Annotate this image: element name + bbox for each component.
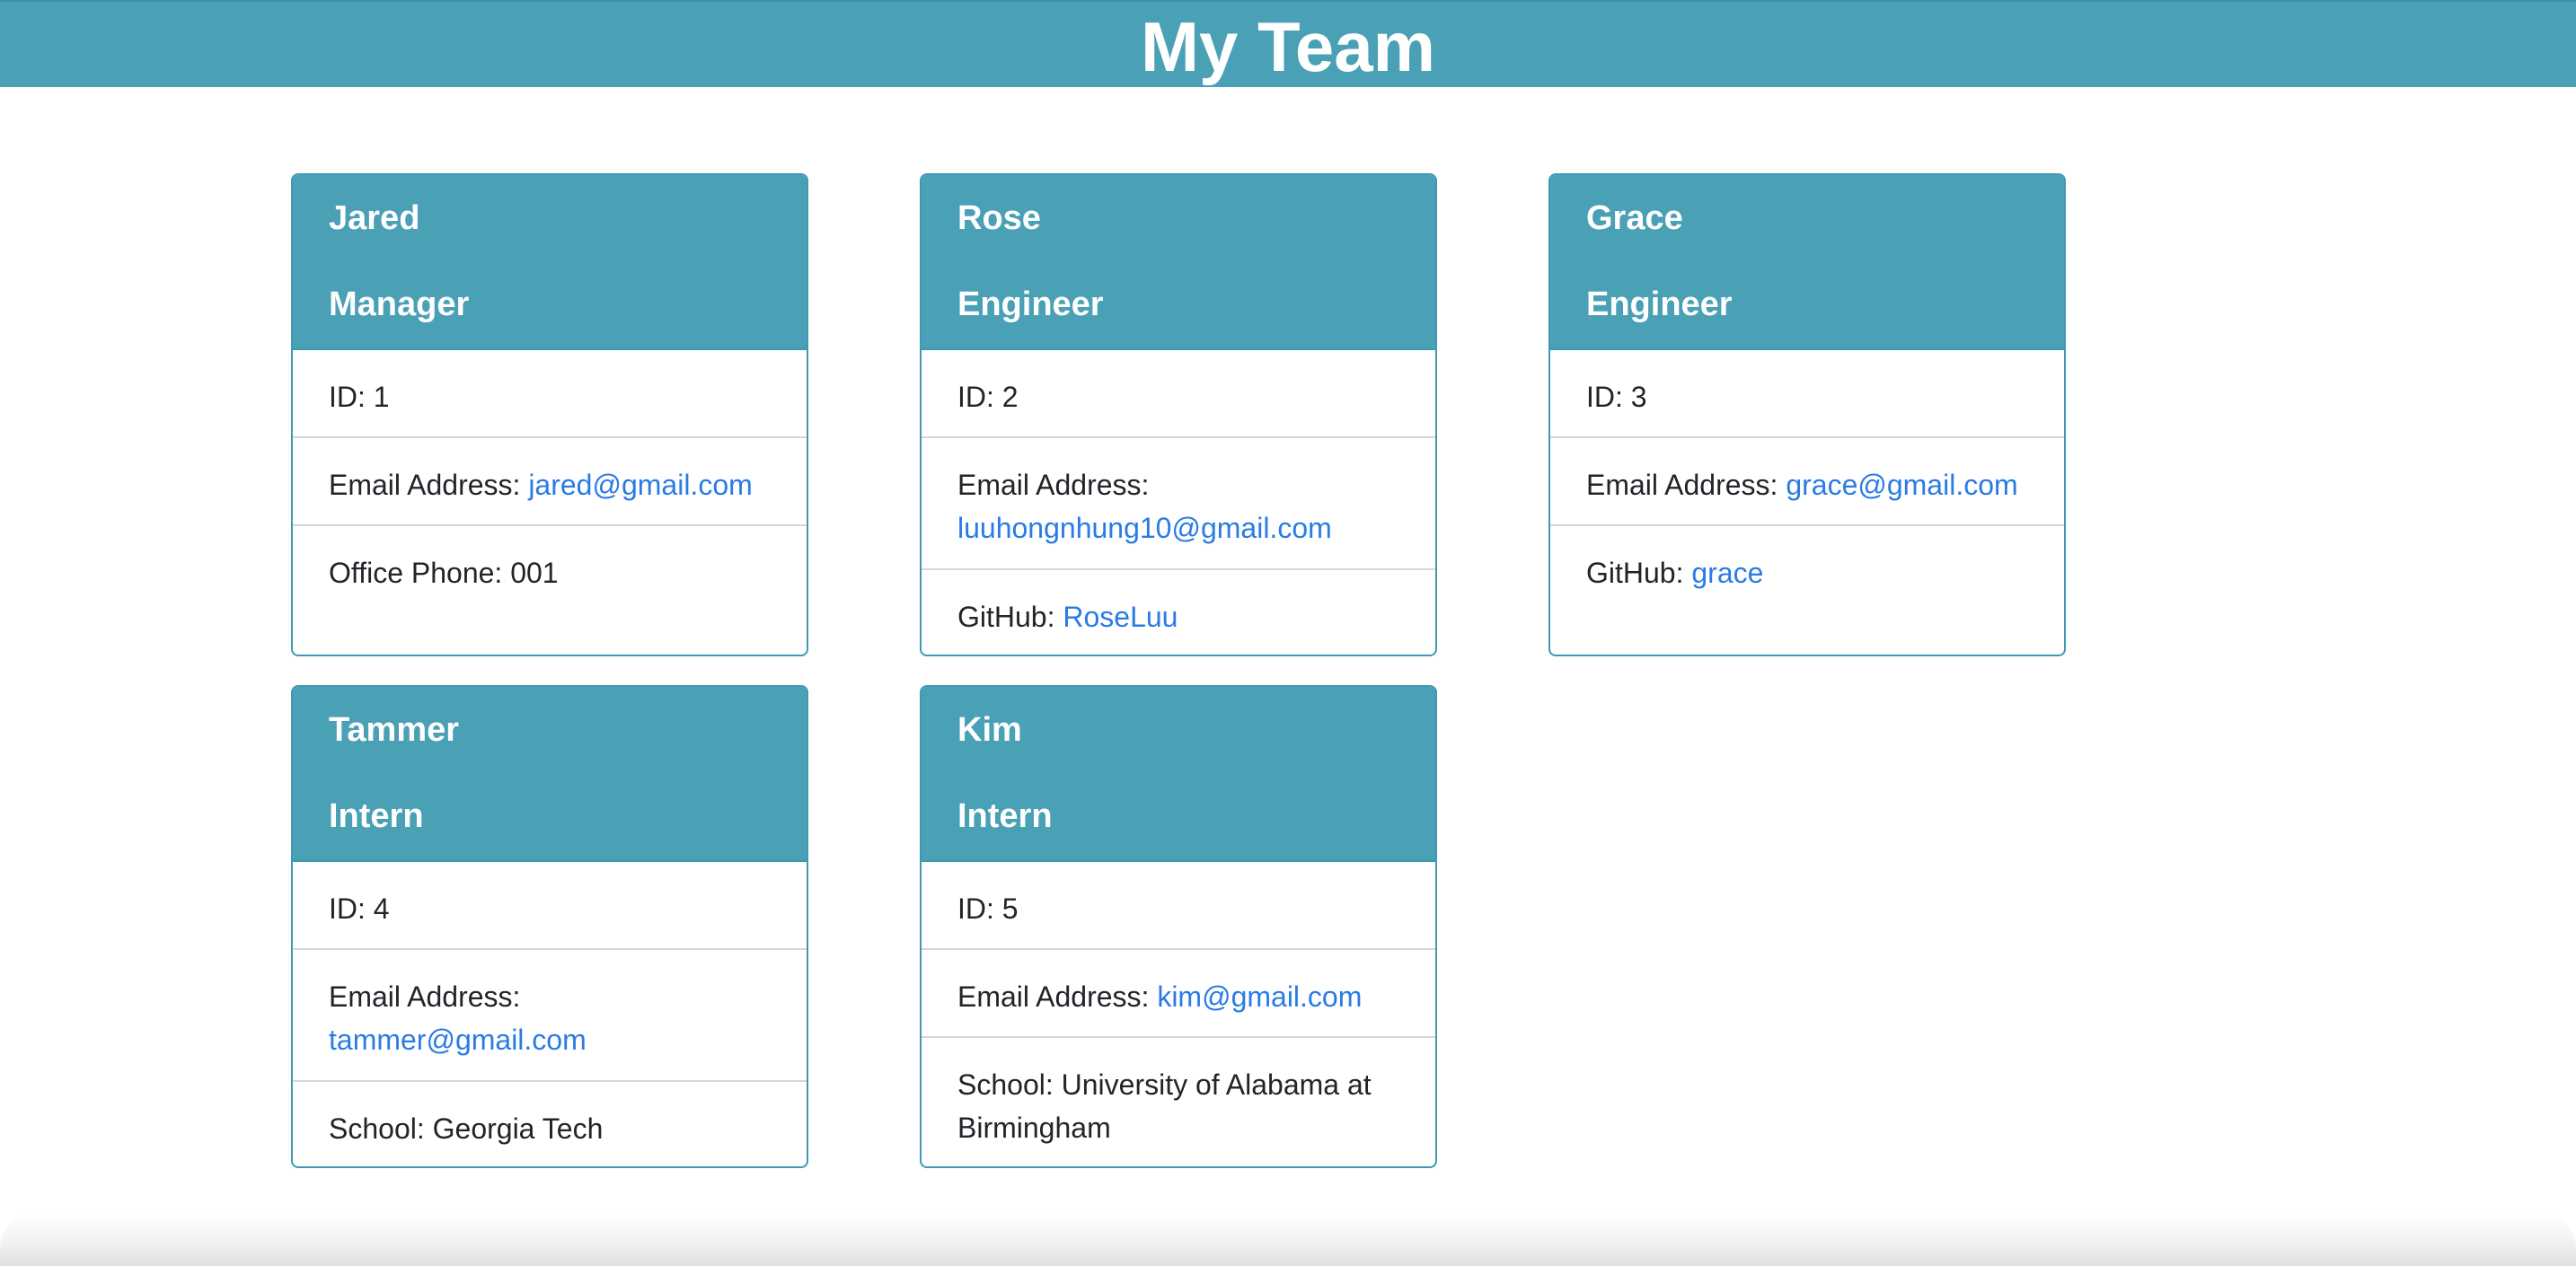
card-header: Tammer Intern [293,687,807,860]
employee-card-jared: Jared Manager ID: 1 Email Address: jared… [291,173,808,656]
page-title: My Team [1141,6,1435,86]
email-link[interactable]: grace@gmail.com [1786,469,2017,501]
employee-role: Engineer [957,286,1104,323]
employee-github: GitHub: RoseLuu [922,568,1435,655]
employee-email: Email Address: kim@gmail.com [922,948,1435,1036]
employee-office-phone: Office Phone: 001 [293,524,807,651]
employee-details: ID: 5 Email Address: kim@gmail.com Schoo… [922,860,1435,1166]
card-header: Grace Engineer [1550,175,2064,348]
employee-name: Tammer [329,711,460,749]
employee-card-grace: Grace Engineer ID: 3 Email Address: grac… [1548,173,2066,656]
card-header: Jared Manager [293,175,807,348]
employee-email: Email Address: jared@gmail.com [293,436,807,524]
employee-details: ID: 2 Email Address: luuhongnhung10@gmai… [922,348,1435,655]
employee-id: ID: 4 [293,860,807,948]
employee-card-tammer: Tammer Intern ID: 4 Email Address: tamme… [291,685,808,1168]
employee-details: ID: 1 Email Address: jared@gmail.com Off… [293,348,807,651]
employee-details: ID: 4 Email Address: tammer@gmail.com Sc… [293,860,807,1166]
email-link[interactable]: kim@gmail.com [1157,980,1362,1013]
employee-role: Intern [957,797,1053,835]
employee-id: ID: 3 [1550,348,2064,436]
email-link[interactable]: luuhongnhung10@gmail.com [957,512,1332,544]
github-link[interactable]: grace [1691,557,1763,589]
employee-card-kim: Kim Intern ID: 5 Email Address: kim@gmai… [920,685,1437,1168]
employee-name: Jared [329,199,420,237]
employee-email: Email Address: tammer@gmail.com [293,948,807,1080]
employee-name: Kim [957,711,1022,749]
employee-github: GitHub: grace [1550,524,2064,651]
card-header: Rose Engineer [922,175,1435,348]
employee-id: ID: 5 [922,860,1435,948]
employee-email: Email Address: luuhongnhung10@gmail.com [922,436,1435,568]
employee-role: Intern [329,797,424,835]
employee-card-rose: Rose Engineer ID: 2 Email Address: luuho… [920,173,1437,656]
employee-id: ID: 1 [293,348,807,436]
page: My Team Jared Manager ID: 1 Email Addres… [0,0,2576,1266]
card-header: Kim Intern [922,687,1435,860]
employee-email: Email Address: grace@gmail.com [1550,436,2064,524]
page-banner: My Team [0,0,2576,87]
bottom-window-shadow [0,1212,2576,1266]
employee-details: ID: 3 Email Address: grace@gmail.com Git… [1550,348,2064,651]
github-link[interactable]: RoseLuu [1063,601,1178,633]
employee-id: ID: 2 [922,348,1435,436]
employee-name: Grace [1586,199,1683,237]
employee-school: School: University of Alabama at Birming… [922,1036,1435,1166]
employee-name: Rose [957,199,1041,237]
employee-role: Engineer [1586,286,1733,323]
employee-school: School: Georgia Tech [293,1080,807,1166]
email-link[interactable]: tammer@gmail.com [329,1024,587,1056]
email-link[interactable]: jared@gmail.com [528,469,752,501]
employee-role: Manager [329,286,470,323]
